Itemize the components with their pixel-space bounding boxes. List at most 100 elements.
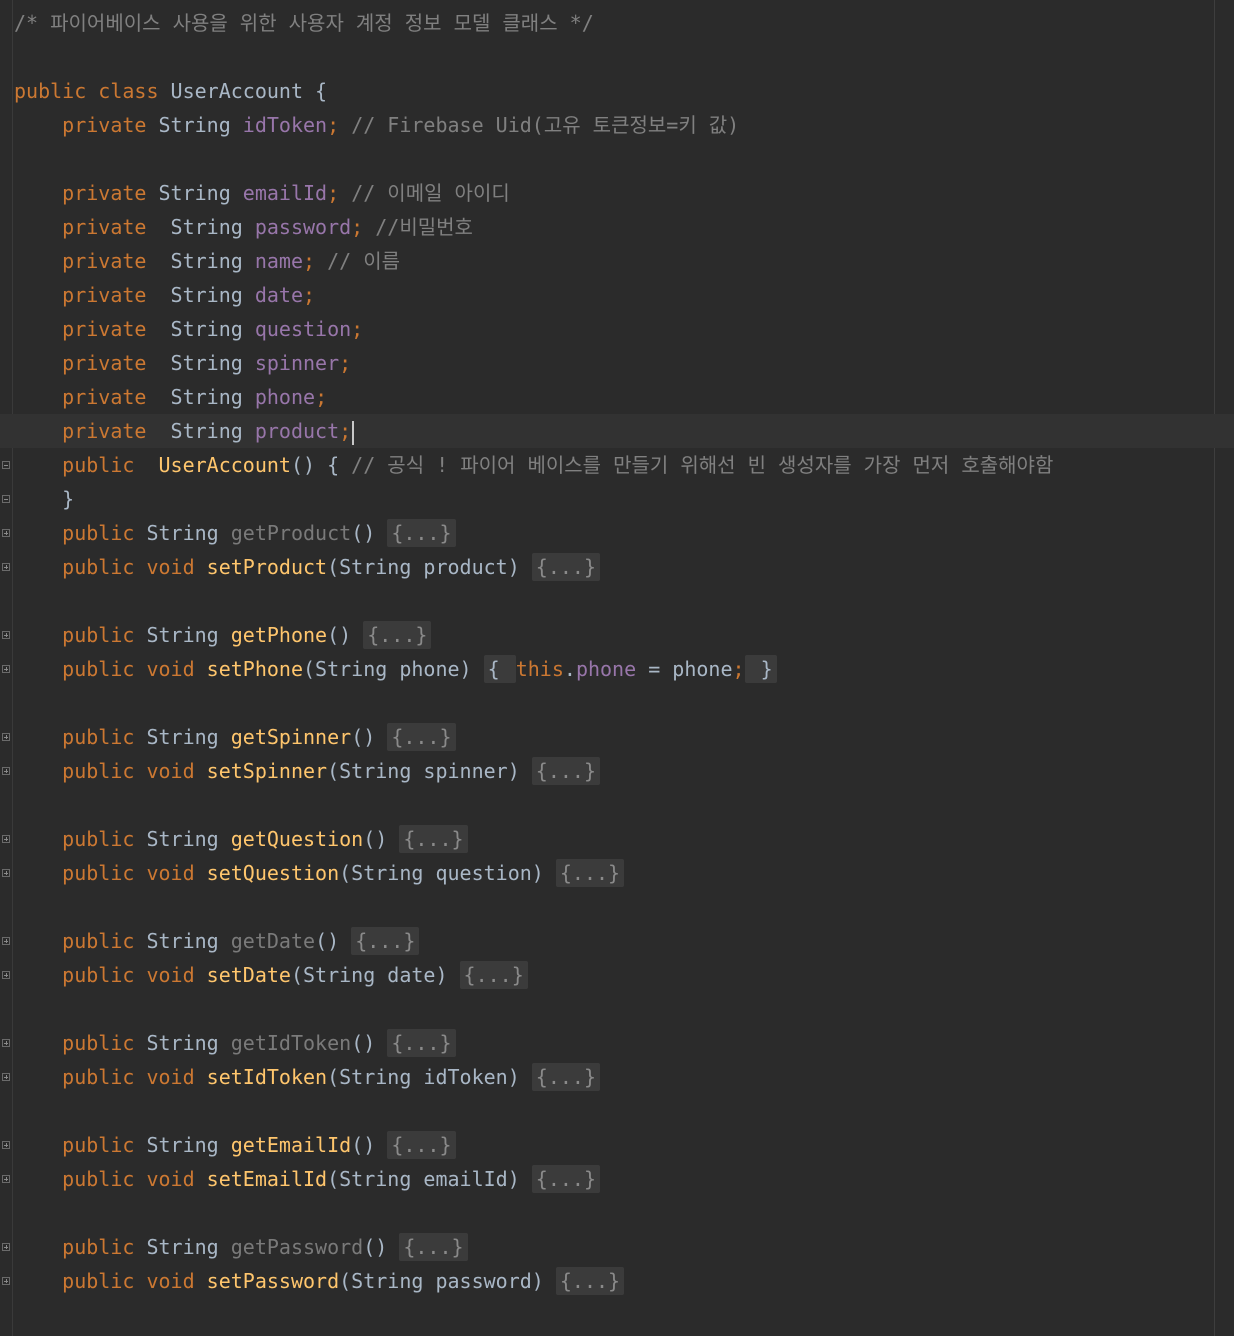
code-line[interactable] — [14, 1196, 1234, 1230]
code-token: String — [170, 249, 255, 273]
expand-fold-icon[interactable] — [2, 1175, 10, 1183]
code-token: String — [170, 215, 255, 239]
code-line[interactable]: public String getIdToken() {...} — [14, 1026, 1234, 1060]
folded-code-block[interactable]: {...} — [399, 825, 468, 853]
folded-code-block[interactable]: {...} — [387, 519, 456, 547]
collapse-fold-icon[interactable] — [2, 495, 10, 503]
expand-fold-icon[interactable] — [2, 835, 10, 843]
expand-fold-icon[interactable] — [2, 869, 10, 877]
code-line[interactable]: public void setPassword(String password)… — [14, 1264, 1234, 1298]
code-line[interactable]: /* 파이어베이스 사용을 위한 사용자 계정 정보 모델 클래스 */ — [14, 6, 1234, 40]
code-line[interactable]: public String getEmailId() {...} — [14, 1128, 1234, 1162]
expand-fold-icon[interactable] — [2, 563, 10, 571]
code-token: ; — [327, 113, 352, 137]
code-token: phone — [575, 657, 637, 681]
code-line[interactable]: private String phone; — [14, 380, 1234, 414]
code-line[interactable]: private String emailId; // 이메일 아이디 — [14, 176, 1234, 210]
code-token: private — [62, 283, 171, 307]
code-line[interactable]: private String question; — [14, 312, 1234, 346]
code-line[interactable]: public String getProduct() {...} — [14, 516, 1234, 550]
code-line[interactable]: private String spinner; — [14, 346, 1234, 380]
code-line[interactable]: public String getDate() {...} — [14, 924, 1234, 958]
expand-fold-icon[interactable] — [2, 665, 10, 673]
folded-code-block[interactable]: {...} — [351, 927, 420, 955]
code-line[interactable]: public UserAccount() { // 공식 ! 파이어 베이스를 … — [14, 448, 1234, 482]
code-line[interactable]: public void setIdToken(String idToken) {… — [14, 1060, 1234, 1094]
code-line[interactable]: public String getQuestion() {...} — [14, 822, 1234, 856]
code-token: String — [170, 317, 255, 341]
code-line[interactable] — [14, 992, 1234, 1026]
code-line[interactable]: private String password; //비밀번호 — [14, 210, 1234, 244]
code-token: private — [62, 215, 171, 239]
folded-code-block[interactable]: {...} — [531, 1165, 601, 1193]
code-token: spinner — [254, 351, 340, 375]
code-token: ; — [351, 215, 376, 239]
code-line[interactable]: public void setDate(String date) {...} — [14, 958, 1234, 992]
expand-fold-icon[interactable] — [2, 1277, 10, 1285]
code-token: // 이름 — [327, 249, 401, 273]
code-line[interactable]: public void setSpinner(String spinner) {… — [14, 754, 1234, 788]
code-line[interactable]: public void setEmailId(String emailId) {… — [14, 1162, 1234, 1196]
folded-code-block[interactable]: {...} — [387, 1131, 456, 1159]
code-line[interactable]: private String idToken; // Firebase Uid(… — [14, 108, 1234, 142]
folded-code-block[interactable]: {...} — [363, 621, 432, 649]
code-line[interactable]: public String getPassword() {...} — [14, 1230, 1234, 1264]
folded-code-block[interactable]: {...} — [531, 553, 601, 581]
code-token: public void — [62, 759, 207, 783]
expand-fold-icon[interactable] — [2, 971, 10, 979]
expand-fold-icon[interactable] — [2, 1039, 10, 1047]
code-token: private — [62, 249, 171, 273]
code-line[interactable] — [14, 788, 1234, 822]
code-token: public void — [62, 555, 207, 579]
code-line[interactable]: private String date; — [14, 278, 1234, 312]
code-line[interactable] — [14, 142, 1234, 176]
folded-code-block[interactable]: } — [744, 655, 777, 683]
code-line[interactable] — [14, 686, 1234, 720]
code-token: () { — [290, 453, 352, 477]
expand-fold-icon[interactable] — [2, 767, 10, 775]
folded-code-block[interactable]: {...} — [531, 1063, 601, 1091]
code-line[interactable] — [14, 584, 1234, 618]
code-line[interactable] — [14, 40, 1234, 74]
code-line[interactable]: private String name; // 이름 — [14, 244, 1234, 278]
folded-code-block[interactable]: {...} — [555, 859, 625, 887]
folded-code-block[interactable]: {...} — [531, 757, 601, 785]
folded-code-block[interactable]: {...} — [387, 1029, 456, 1057]
code-line[interactable]: public String getSpinner() {...} — [14, 720, 1234, 754]
code-line[interactable]: public String getPhone() {...} — [14, 618, 1234, 652]
folded-code-block[interactable]: {...} — [387, 723, 456, 751]
folded-code-block[interactable]: { — [483, 655, 516, 683]
code-token: // 공식 ! 파이어 베이스를 만들기 위해선 빈 생성자를 가장 먼저 호출… — [351, 453, 1054, 477]
expand-fold-icon[interactable] — [2, 631, 10, 639]
expand-fold-icon[interactable] — [2, 1141, 10, 1149]
expand-fold-icon[interactable] — [2, 1243, 10, 1251]
collapse-fold-icon[interactable] — [2, 461, 10, 469]
code-line[interactable]: private String product; — [0, 414, 1234, 448]
code-line[interactable]: public class UserAccount { — [14, 74, 1234, 108]
code-token: String — [158, 181, 243, 205]
expand-fold-icon[interactable] — [2, 733, 10, 741]
code-token: ; — [303, 249, 328, 273]
code-line[interactable] — [14, 1094, 1234, 1128]
folded-code-block[interactable]: {...} — [459, 961, 528, 989]
code-line[interactable] — [14, 890, 1234, 924]
code-token: String — [146, 725, 231, 749]
code-line[interactable]: public void setQuestion(String question)… — [14, 856, 1234, 890]
code-token: UserAccount — [158, 453, 291, 477]
expand-fold-icon[interactable] — [2, 1073, 10, 1081]
code-token: date — [254, 283, 304, 307]
code-token: ; — [303, 283, 316, 307]
code-token: String — [170, 351, 255, 375]
code-line[interactable]: public void setPhone(String phone) { thi… — [14, 652, 1234, 686]
folded-code-block[interactable]: {...} — [555, 1267, 625, 1295]
code-line[interactable]: } — [14, 482, 1234, 516]
code-token: setSpinner — [206, 759, 328, 783]
code-line[interactable]: public void setProduct(String product) {… — [14, 550, 1234, 584]
code-editor[interactable]: /* 파이어베이스 사용을 위한 사용자 계정 정보 모델 클래스 */ publ… — [0, 6, 1234, 1298]
code-token: () — [351, 725, 388, 749]
expand-fold-icon[interactable] — [2, 529, 10, 537]
expand-fold-icon[interactable] — [2, 937, 10, 945]
folded-code-block[interactable]: {...} — [399, 1233, 468, 1261]
